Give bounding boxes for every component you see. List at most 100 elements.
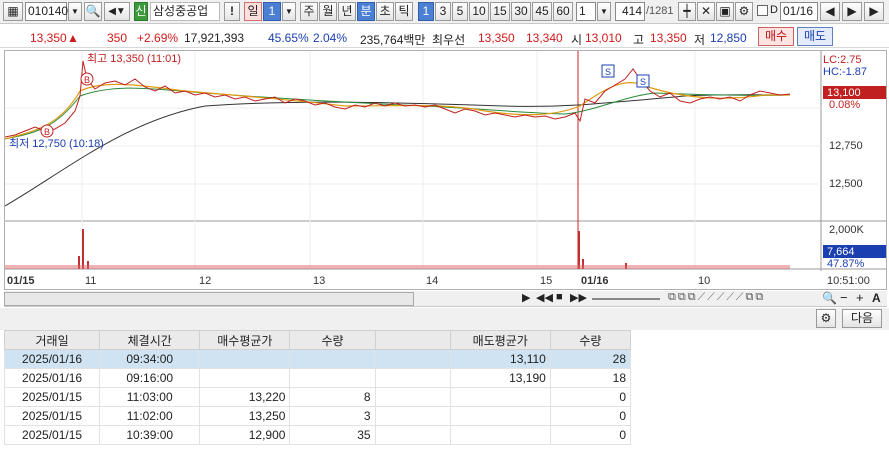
ratio-one: 45.65%: [268, 31, 309, 45]
date-input[interactable]: 01/16: [780, 2, 818, 21]
prev-arrow-icon[interactable]: ◀: [820, 2, 840, 21]
interval-input[interactable]: 1: [576, 2, 596, 21]
stock-code-input[interactable]: 010140: [25, 2, 68, 21]
bid-price: 13,340: [526, 31, 563, 45]
speaker-icon[interactable]: ◀▼: [104, 2, 130, 21]
date-checkbox-label: D: [770, 4, 778, 16]
cell-buy-avg: 13,220: [199, 387, 291, 407]
period-num-input[interactable]: 1: [263, 2, 281, 21]
y-tick: 12,500: [829, 178, 863, 190]
buy-marker[interactable]: B: [40, 124, 54, 138]
price-change: 350: [107, 31, 128, 45]
zoom-out-icon[interactable]: −: [840, 290, 848, 305]
table-row[interactable]: 2025/01/16 09:34:00 13,110 28: [3, 349, 632, 369]
trade-panel-header: ⚙ 다음: [0, 308, 889, 330]
pct-tag: 0.08%: [829, 99, 860, 111]
cell-buy-avg: [199, 368, 291, 388]
next-button[interactable]: 다음: [842, 309, 882, 328]
cell-date: 2025/01/15: [3, 425, 101, 445]
scroll-thumb[interactable]: [4, 292, 414, 306]
table-row[interactable]: 2025/01/15 11:03:00 13,220 8 0: [3, 387, 632, 407]
col-sell-avg: 매도평균가: [449, 330, 551, 350]
interval-5[interactable]: 5: [452, 2, 468, 21]
text-tool-icon[interactable]: A: [872, 291, 881, 305]
current-price: 13,350: [30, 31, 67, 45]
settings-gear-icon[interactable]: ⚙: [816, 309, 836, 328]
volume-baseline: [5, 265, 790, 269]
cell-buy-avg: 12,900: [199, 425, 291, 445]
interval-3[interactable]: 3: [435, 2, 451, 21]
zoom-slider[interactable]: [592, 298, 660, 300]
cell-sell-avg: [449, 406, 551, 426]
scroll-right-icon[interactable]: ▶: [522, 291, 530, 304]
y-tick: 12,750: [829, 140, 863, 152]
period-day-button[interactable]: 일: [244, 2, 262, 21]
save-icon[interactable]: ▣: [716, 2, 734, 21]
table-row[interactable]: 2025/01/15 11:02:00 13,250 3 0: [3, 406, 632, 426]
cell-time: 09:16:00: [99, 368, 201, 388]
cell-sell-qty: 0: [549, 387, 632, 407]
x-label: 10: [698, 275, 710, 287]
up-arrow-icon: ▲: [67, 31, 79, 45]
code-dropdown-icon[interactable]: ▼: [68, 2, 82, 21]
x-label: 12: [199, 275, 211, 287]
period-dropdown-icon[interactable]: ▼: [282, 2, 296, 21]
svg-text:B: B: [84, 75, 90, 85]
interval-dropdown-icon[interactable]: ▼: [597, 2, 611, 21]
warning-button[interactable]: !: [224, 2, 240, 21]
tab-year[interactable]: 년: [338, 2, 356, 21]
tab-second[interactable]: 초: [376, 2, 394, 21]
count-input[interactable]: 414: [615, 2, 645, 21]
cell-sell-qty: 18: [549, 368, 632, 388]
interval-10[interactable]: 10: [469, 2, 489, 21]
cell-date: 2025/01/16: [3, 349, 101, 369]
cell-buy-qty: [289, 349, 376, 369]
sell-marker[interactable]: S: [601, 64, 615, 78]
tools-icon[interactable]: ✕: [697, 2, 715, 21]
tab-month[interactable]: 월: [319, 2, 337, 21]
buy-marker[interactable]: B: [80, 72, 94, 86]
gear-icon[interactable]: ⚙: [735, 2, 753, 21]
interval-15[interactable]: 15: [490, 2, 510, 21]
sell-button[interactable]: 매도: [797, 27, 833, 46]
interval-60[interactable]: 60: [553, 2, 573, 21]
cell-buy-avg: 13,250: [199, 406, 291, 426]
cell-sell-avg: [449, 387, 551, 407]
table-row[interactable]: 2025/01/16 09:16:00 13,190 18: [3, 368, 632, 388]
stock-name: 삼성중공업: [150, 2, 220, 21]
next-arrow-icon[interactable]: ▶: [842, 2, 862, 21]
min-price-label: 최저 12,750 (10:18): [9, 137, 104, 150]
cell-time: 09:34:00: [99, 349, 201, 369]
cell-buy-qty: 3: [289, 406, 376, 426]
zoom-icon[interactable]: 🔍: [822, 291, 837, 305]
tab-tick[interactable]: 틱: [395, 2, 413, 21]
cell-buy-qty: 8: [289, 387, 376, 407]
moving-average-long: [4, 94, 791, 207]
play-icon[interactable]: ▶▶: [570, 291, 587, 304]
table-row[interactable]: 2025/01/15 10:39:00 12,900 35 0: [3, 425, 632, 445]
layout-icon[interactable]: ▦: [3, 2, 23, 21]
cell-buy-qty: 35: [289, 425, 376, 445]
trade-amount: 235,764백만: [360, 33, 426, 47]
cell-empty: [374, 425, 451, 445]
credit-badge: 신: [134, 2, 148, 21]
buy-button[interactable]: 매수: [758, 27, 794, 46]
tab-minute[interactable]: 분: [357, 2, 375, 21]
tab-week[interactable]: 주: [300, 2, 318, 21]
max-price-label: 최고 13,350 (11:01): [87, 52, 181, 65]
interval-30[interactable]: 30: [511, 2, 531, 21]
ratio-two: 2.04%: [313, 31, 348, 45]
candle-icon[interactable]: ┿: [678, 2, 696, 21]
interval-45[interactable]: 45: [532, 2, 552, 21]
search-icon[interactable]: 🔍: [84, 2, 102, 21]
more-icon[interactable]: ▶: [864, 2, 884, 21]
price-chart[interactable]: B B S S 최고 13,350 (11:01) 최저 12,750 (10:…: [4, 50, 887, 290]
x-label: 14: [426, 275, 438, 287]
drawing-tools-icon[interactable]: ⧉⧉⧉⟋⟋⟋⟋⟋⧉⧉: [668, 291, 765, 304]
interval-1[interactable]: 1: [418, 2, 434, 21]
sell-marker[interactable]: S: [636, 74, 650, 88]
date-checkbox[interactable]: [757, 5, 768, 16]
rewind-icon[interactable]: ◀◀: [536, 291, 553, 304]
zoom-in-icon[interactable]: +: [856, 290, 864, 305]
stop-icon[interactable]: ■: [556, 291, 563, 303]
